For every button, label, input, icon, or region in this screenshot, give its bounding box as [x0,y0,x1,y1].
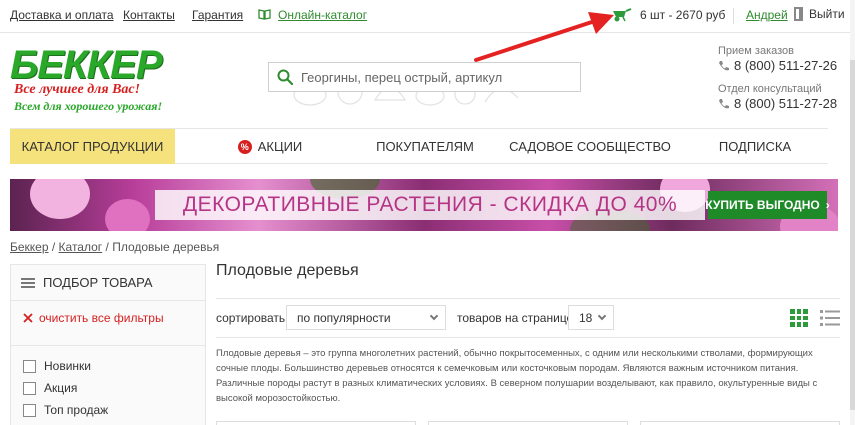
chevron-down-icon [429,311,439,321]
door-icon [794,7,803,21]
logo-name: БЕККЕР [10,43,163,87]
divider [11,345,205,346]
logo-slogan: Все лучшее для Вас! [14,82,141,97]
filter-title: ПОДБОР ТОВАРА [43,275,153,290]
product-card[interactable] [428,421,628,425]
nav-garden-community[interactable]: САДОВОЕ СООБЩЕСТВО [509,129,671,164]
delivery-link[interactable]: Доставка и оплата [10,8,114,22]
consult-label: Отдел консультаций [718,83,822,95]
book-icon [258,9,271,20]
nav-subscription[interactable]: ПОДПИСКА [715,129,795,164]
filter-top-sales-label: Топ продаж [44,403,109,417]
nav-promotions-label: АКЦИИ [257,139,303,154]
cart-summary[interactable]: 6 шт - 2670 руб [612,8,725,22]
guarantee-link[interactable]: Гарантия [192,8,243,22]
orders-label: Прием заказов [718,45,794,57]
breadcrumb-current: Плодовые деревья [112,240,220,254]
buy-now-button[interactable]: КУПИТЬ ВЫГОДНО › [705,191,830,219]
clear-filters-button[interactable]: очистить все фильтры [23,311,164,325]
banner-headline: ДЕКОРАТИВНЫЕ РАСТЕНИЯ - СКИДКА ДО 40% [155,190,705,220]
sort-bar: сортировать по популярности товаров на с… [216,298,840,338]
filter-sale-label: Акция [44,381,78,395]
contacts-link[interactable]: Контакты [123,8,175,22]
nav-catalog-label: КАТАЛОГ ПРОДУКЦИИ [21,139,164,154]
online-catalog-link[interactable]: Онлайн-каталог [278,8,367,22]
search-input[interactable] [301,69,571,85]
sort-label: сортировать [216,311,286,325]
nav-subscription-label: ПОДПИСКА [718,139,792,154]
cart-text: 6 шт - 2670 руб [640,8,726,22]
logo-tagline: Всем для хорошего урожая! [14,99,163,113]
search-box[interactable] [268,62,581,92]
scrollbar[interactable] [850,0,855,425]
logout-label: Выйти [809,7,845,21]
filter-new-label: Новинки [44,359,91,373]
promo-banner[interactable]: ДЕКОРАТИВНЫЕ РАСТЕНИЯ - СКИДКА ДО 40% КУ… [10,179,838,231]
checkbox[interactable] [23,403,36,417]
clear-filters-label: очистить все фильтры [39,311,164,325]
buy-now-label: КУПИТЬ ВЫГОДНО [705,198,820,212]
divider [733,8,734,24]
product-grid [216,421,840,425]
nav-catalog[interactable]: КАТАЛОГ ПРОДУКЦИИ [10,129,175,164]
chevron-right-icon: › [825,198,830,212]
breadcrumb-catalog[interactable]: Каталог [59,240,103,254]
phone-icon [719,60,729,70]
breadcrumb-separator: / [48,240,59,254]
consult-phone[interactable]: 8 (800) 511-27-28 [718,96,837,111]
logo[interactable]: БЕККЕР Все лучшее для Вас! Всем для хоро… [10,43,163,116]
grid-view-icon[interactable] [790,309,808,327]
filter-new[interactable]: Новинки [23,359,91,373]
per-page-select[interactable]: 18 [568,305,614,330]
filter-sale[interactable]: Акция [23,381,77,395]
breadcrumb: Беккер / Каталог / Плодовые деревья [10,240,219,254]
user-name-link[interactable]: Андрей [746,8,788,22]
consult-phone-number: 8 (800) 511-27-28 [734,96,838,111]
orders-phone-number: 8 (800) 511-27-26 [734,58,838,73]
breadcrumb-separator: / [102,240,113,254]
nav-customers[interactable]: ПОКУПАТЕЛЯМ [370,129,480,164]
filter-sidebar: ПОДБОР ТОВАРА очистить все фильтры Новин… [10,264,206,425]
per-page-value: 18 [579,310,593,325]
filter-top-sales[interactable]: Топ продаж [23,403,108,417]
sort-select[interactable]: по популярности [286,305,446,330]
nav-garden-community-label: САДОВОЕ СООБЩЕСТВО [509,139,671,154]
product-card[interactable] [640,421,840,425]
nav-promotions[interactable]: % АКЦИИ [220,129,320,164]
top-bar: Доставка и оплата Контакты Гарантия Онла… [0,0,855,33]
breadcrumb-home[interactable]: Беккер [10,240,49,254]
wheelbarrow-icon [613,8,632,22]
page-title: Плодовые деревья [216,262,359,279]
sort-value: по популярности [297,310,391,325]
scrollbar-thumb[interactable] [850,60,855,410]
phone-icon [719,98,729,108]
nav-customers-label: ПОКУПАТЕЛЯМ [376,139,474,154]
close-icon [23,313,33,323]
chevron-down-icon [597,311,607,321]
menu-icon [21,277,35,288]
checkbox[interactable] [23,359,36,373]
logout-button[interactable]: Выйти [794,7,845,21]
per-page-label: товаров на странице [457,311,574,325]
product-card[interactable] [216,421,416,425]
filter-header[interactable]: ПОДБОР ТОВАРА [11,265,205,301]
percent-icon: % [237,139,252,154]
category-description: Плодовые деревья – это группа многолетни… [216,348,818,404]
checkbox[interactable] [23,381,36,395]
orders-phone[interactable]: 8 (800) 511-27-26 [718,58,837,73]
main-nav: КАТАЛОГ ПРОДУКЦИИ % АКЦИИ ПОКУПАТЕЛЯМ СА… [10,128,828,164]
list-view-icon[interactable] [820,309,840,327]
search-icon [277,69,293,85]
